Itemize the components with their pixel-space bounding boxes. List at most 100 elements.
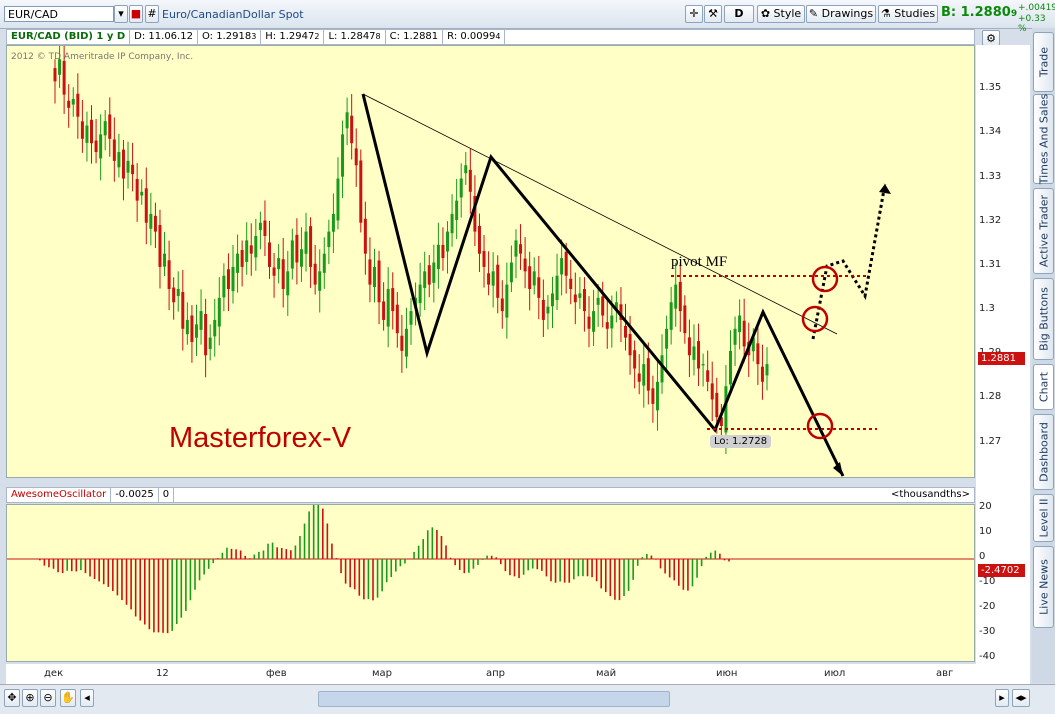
price-axis-tick: 1.31: [979, 258, 1002, 270]
side-tab-label: Level II: [1037, 498, 1050, 538]
projected-path: [811, 183, 887, 340]
chart-settings-icon[interactable]: ⚙: [982, 30, 1000, 46]
side-tab-dashboard[interactable]: Dashboard: [1033, 414, 1054, 490]
pencil-icon: ✎: [808, 7, 822, 20]
symbol-description: Euro/CanadianDollar Spot: [162, 8, 304, 21]
candle-body: [382, 301, 386, 320]
candle-body: [208, 337, 212, 349]
side-tab-big-buttons[interactable]: Big Buttons: [1033, 278, 1054, 360]
candle-body: [108, 114, 112, 139]
candle-body: [94, 140, 98, 153]
candle-body: [674, 284, 678, 309]
aggregation-button[interactable]: D: [724, 5, 754, 23]
oscillator-axis-tick: -30: [979, 626, 996, 637]
candle-body: [400, 335, 404, 351]
zoom-out-icon[interactable]: ⊖: [40, 689, 56, 707]
candle-body: [610, 315, 614, 329]
toolbar: EUR/CAD ▾ ■ # Euro/CanadianDollar Spot ✛…: [0, 0, 1055, 34]
bottom-toolbar: ✥ ⊕ ⊖ ✋ ◂ ▸ ◂▸: [0, 684, 1055, 714]
candle-body: [313, 263, 317, 285]
studies-button[interactable]: ⚗ Studies: [878, 5, 938, 23]
candle-body: [409, 311, 413, 325]
oscillator-unit: <thousandths>: [891, 489, 970, 500]
oscillator-price-tag: -2.4702: [978, 564, 1025, 577]
oscillator-chart[interactable]: [6, 504, 975, 662]
candle-body: [646, 358, 650, 391]
price-info-bar: EUR/CAD (BID) 1 y D D: 11.06.12 O: 1.291…: [6, 29, 975, 45]
hash-icon[interactable]: #: [145, 5, 159, 23]
candle-body: [624, 325, 628, 338]
candle-body: [532, 271, 536, 286]
candle-body: [546, 306, 550, 314]
candle-body: [450, 213, 454, 234]
pan-icon[interactable]: ✥: [4, 689, 20, 707]
change-abs: +.00419: [1018, 3, 1055, 13]
oscillator-svg: [7, 505, 974, 634]
candle-body: [258, 222, 262, 231]
oscillator-axis-tick: 20: [979, 501, 992, 512]
candle-body: [176, 289, 180, 297]
time-axis[interactable]: дек 12 фев мар апр май июн июл авг: [6, 664, 1030, 684]
candle-body: [90, 119, 94, 144]
style-label: Style: [773, 7, 802, 20]
scroll-right-icon[interactable]: ▸: [995, 689, 1009, 707]
hand-icon[interactable]: ✋: [60, 689, 76, 707]
info-open-value: O: 1.2918: [201, 31, 252, 42]
expand-icon[interactable]: ◂▸: [1012, 689, 1030, 707]
candle-body: [153, 215, 157, 232]
candle-body: [341, 134, 345, 177]
side-tab-live-news[interactable]: Live News: [1033, 546, 1054, 628]
side-tab-trade[interactable]: Trade: [1033, 32, 1054, 92]
watermark-text: Masterforex-V: [169, 422, 352, 454]
candle-body: [446, 231, 450, 252]
candle-body: [327, 231, 331, 248]
candle-body: [760, 366, 764, 382]
symbol-input[interactable]: EUR/CAD: [4, 6, 114, 22]
candle-body: [605, 322, 609, 329]
time-axis-tick: май: [596, 668, 617, 679]
candle-body: [231, 266, 235, 292]
candle-body: [642, 364, 646, 386]
candle-body: [354, 148, 358, 166]
candle-body: [628, 334, 632, 356]
style-button[interactable]: ✿ Style: [757, 5, 805, 23]
candle-body: [254, 235, 258, 258]
copyright-text: 2012 © TD Ameritrade IP Company, Inc.: [11, 52, 194, 62]
candle-body: [112, 139, 116, 161]
candle-body: [523, 258, 527, 272]
chart-title: EUR/CAD (BID) 1 y D: [7, 30, 131, 44]
candle-body: [135, 178, 139, 201]
drawings-button[interactable]: ✎ Drawings: [806, 5, 876, 23]
side-tab-times-and-sales[interactable]: Times And Sales: [1033, 94, 1054, 184]
oscillator-axis-tick: 10: [979, 526, 992, 537]
side-tab-label: Trade: [1037, 46, 1050, 78]
scrollbar-thumb[interactable]: [318, 691, 670, 707]
side-tab-chart[interactable]: Chart: [1033, 364, 1054, 410]
candle-body: [427, 265, 431, 285]
crosshair-icon[interactable]: ✛: [685, 5, 703, 23]
oscillator-value: -0.0025: [111, 488, 159, 502]
scroll-left-icon[interactable]: ◂: [80, 689, 94, 707]
link-icon[interactable]: ■: [129, 5, 143, 23]
wrench-icon[interactable]: ⚒: [704, 5, 722, 23]
candle-body: [697, 341, 701, 369]
candle-body: [464, 165, 468, 174]
candle-body: [441, 244, 445, 259]
side-tab-level-ii[interactable]: Level II: [1033, 494, 1054, 542]
oscillator-axis-tick: 0: [979, 551, 986, 562]
candle-body: [76, 93, 80, 117]
side-tab-active-trader[interactable]: Active Trader: [1033, 188, 1054, 274]
candle-body: [331, 213, 335, 232]
info-high-digit: 2: [314, 32, 320, 41]
oscillator-axis-tick: -20: [979, 601, 996, 612]
symbol-dropdown-button[interactable]: ▾: [114, 5, 128, 23]
zoom-in-icon[interactable]: ⊕: [22, 689, 38, 707]
price-chart[interactable]: 2012 © TD Ameritrade IP Company, Inc. pi…: [6, 45, 975, 478]
price-axis[interactable]: 1.351.341.331.321.311.31.291.281.27 1.28…: [976, 45, 1030, 665]
candle-body: [377, 260, 381, 303]
candle-body: [85, 125, 89, 143]
candle-body: [222, 275, 226, 298]
info-high-value: H: 1.2947: [265, 31, 315, 42]
candle-body: [249, 245, 253, 254]
candle-body: [62, 60, 66, 95]
